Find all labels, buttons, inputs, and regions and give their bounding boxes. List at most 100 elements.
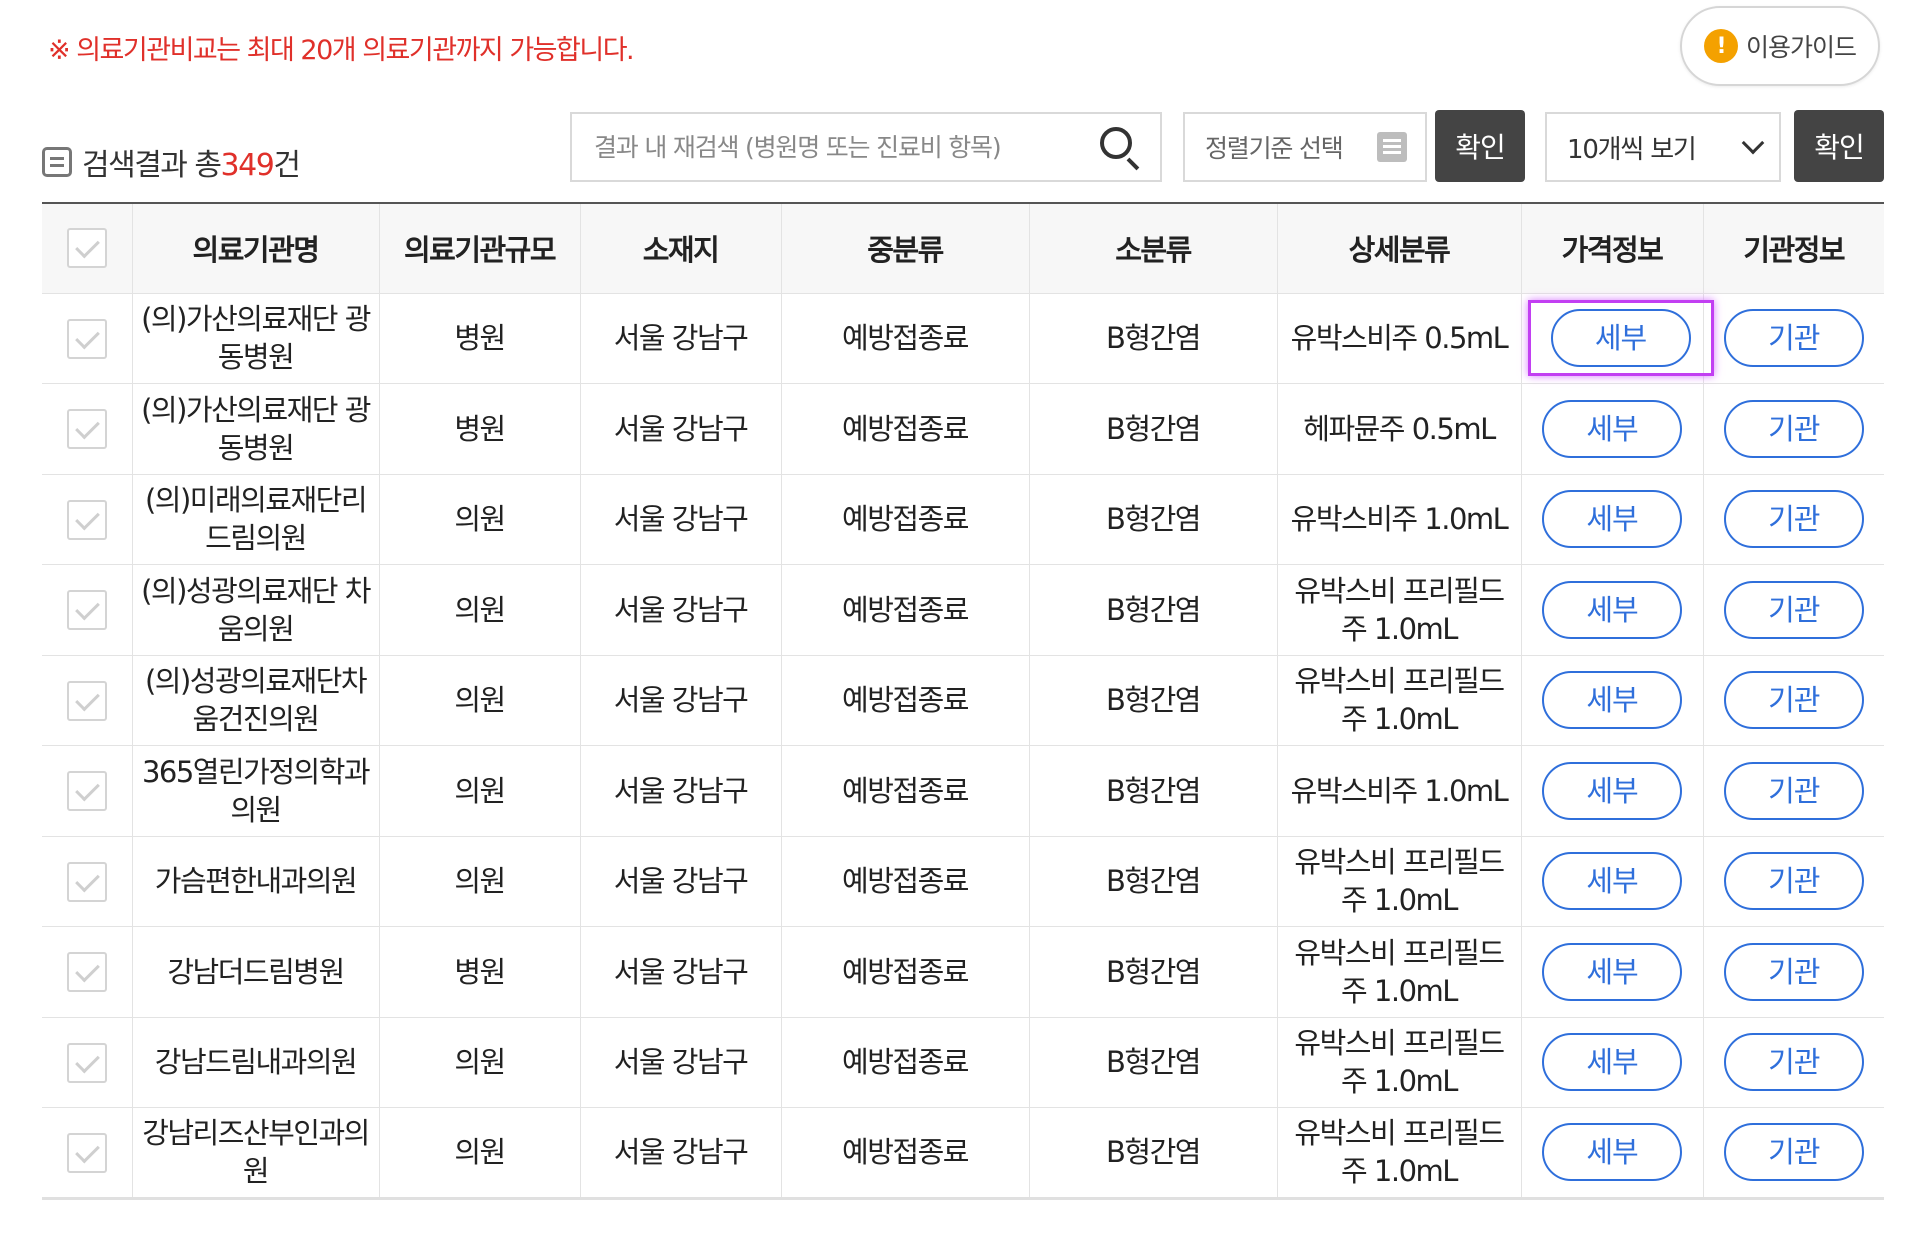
row-checkbox[interactable] — [66, 590, 107, 631]
cell-location: 서울 강남구 — [579, 926, 781, 1017]
institution-info-button[interactable]: 기관 — [1723, 852, 1864, 911]
result-count: 검색결과 총349건 — [42, 140, 301, 184]
table-row: (의)미래의료재단리드림의원 의원 서울 강남구 예방접종료 B형간염 유박스비주 1.0… — [42, 473, 1884, 565]
table-row: 강남드림내과의원 의원 서울 강남구 예방접종료 B형간염 유박스비 프리필드주 1.0m… — [42, 1016, 1884, 1108]
cell-small-category: B형간염 — [1028, 926, 1277, 1017]
table-row: (의)성광의료재단 차움의원 의원 서울 강남구 예방접종료 B형간염 유박스비 프리필드… — [42, 564, 1884, 655]
institution-info-button[interactable]: 기관 — [1723, 1123, 1864, 1182]
price-detail-button[interactable]: 세부 — [1542, 490, 1682, 549]
search-box — [570, 112, 1162, 182]
price-detail-button[interactable]: 세부 — [1550, 309, 1691, 368]
institution-info-button[interactable]: 기관 — [1723, 399, 1864, 458]
price-detail-button[interactable]: 세부 — [1542, 671, 1682, 730]
cell-name: 강남더드림병원 — [131, 926, 379, 1017]
cell-detail-category: 유박스비 프리필드주 1.0mL — [1276, 564, 1521, 655]
cell-location: 서울 강남구 — [579, 383, 781, 474]
list-document-icon — [42, 147, 72, 177]
institution-info-button[interactable]: 기관 — [1723, 671, 1864, 730]
cell-name: (의)미래의료재단리드림의원 — [131, 473, 379, 565]
cell-name: 가슴편한내과의원 — [131, 835, 379, 927]
cell-size: 의원 — [378, 1016, 580, 1108]
cell-small-category: B형간염 — [1028, 745, 1277, 836]
row-checkbox[interactable] — [66, 318, 107, 359]
cell-location: 서울 강남구 — [579, 745, 781, 836]
institution-info-button[interactable]: 기관 — [1723, 309, 1864, 368]
institution-info-button[interactable]: 기관 — [1723, 1033, 1864, 1092]
institution-info-button[interactable]: 기관 — [1723, 490, 1864, 549]
row-checkbox[interactable] — [66, 1132, 107, 1173]
page-size-select[interactable]: 10개씩 보기 — [1545, 112, 1781, 182]
search-icon[interactable] — [1098, 125, 1142, 171]
cell-size: 병원 — [378, 926, 580, 1017]
notice-text: ※ 의료기관비교는 최대 20개 의료기관까지 가능합니다. — [48, 35, 635, 66]
cell-detail-category: 유박스비 프리필드주 1.0mL — [1276, 926, 1521, 1017]
header-size: 의료기관규모 — [378, 203, 580, 293]
row-checkbox[interactable] — [66, 680, 107, 721]
cell-name: 365열린가정의학과의원 — [131, 745, 379, 836]
price-detail-button[interactable]: 세부 — [1542, 1033, 1682, 1092]
cell-small-category: B형간염 — [1028, 835, 1277, 927]
cell-detail-category: 유박스비 프리필드주 1.0mL — [1276, 654, 1521, 746]
cell-small-category: B형간염 — [1028, 473, 1277, 565]
result-number: 349 — [220, 148, 275, 183]
cell-location: 서울 강남구 — [579, 564, 781, 655]
cell-mid-category: 예방접종료 — [780, 292, 1029, 384]
result-prefix: 검색결과 총 — [82, 148, 222, 183]
table-row: 강남리즈산부인과의원 의원 서울 강남구 예방접종료 B형간염 유박스비 프리필드주 1.… — [42, 1107, 1884, 1200]
cell-location: 서울 강남구 — [579, 835, 781, 927]
institution-info-button[interactable]: 기관 — [1723, 942, 1864, 1001]
cell-size: 의원 — [378, 1107, 580, 1200]
select-all-checkbox[interactable] — [66, 228, 107, 269]
cell-mid-category: 예방접종료 — [780, 835, 1029, 927]
cell-small-category: B형간염 — [1028, 1107, 1277, 1200]
cell-mid-category: 예방접종료 — [780, 564, 1029, 655]
results-table: 의료기관명 의료기관규모 소재지 중분류 소분류 상세분류 가격정보 기관정보 … — [42, 202, 1884, 1200]
table-row: (의)가산의료재단 광동병원 병원 서울 강남구 예방접종료 B형간염 유박스비주 0.5… — [42, 292, 1884, 384]
sort-confirm-button[interactable]: 확인 — [1435, 110, 1525, 182]
sort-select[interactable]: 정렬기준 선택 — [1183, 112, 1427, 182]
cell-size: 병원 — [378, 383, 580, 474]
price-detail-button[interactable]: 세부 — [1542, 761, 1682, 820]
cell-mid-category: 예방접종료 — [780, 926, 1029, 1017]
search-input[interactable] — [594, 132, 1098, 162]
table-row: (의)가산의료재단 광동병원 병원 서울 강남구 예방접종료 B형간염 헤파뮨주 0.5m… — [42, 383, 1884, 474]
table-row: 강남더드림병원 병원 서울 강남구 예방접종료 B형간염 유박스비 프리필드주 1.0mL… — [42, 926, 1884, 1017]
row-checkbox[interactable] — [66, 771, 107, 812]
usage-guide-label: 이용가이드 — [1745, 33, 1857, 62]
focus-outline: 세부 — [1527, 300, 1714, 377]
cell-mid-category: 예방접종료 — [780, 1016, 1029, 1108]
cell-location: 서울 강남구 — [579, 292, 781, 384]
row-checkbox[interactable] — [66, 499, 107, 540]
cell-small-category: B형간염 — [1028, 654, 1277, 746]
cell-size: 의원 — [378, 564, 580, 655]
row-checkbox[interactable] — [66, 1042, 107, 1083]
cell-detail-category: 유박스비 프리필드주 1.0mL — [1276, 1016, 1521, 1108]
cell-mid-category: 예방접종료 — [780, 745, 1029, 836]
cell-mid-category: 예방접종료 — [780, 383, 1029, 474]
price-detail-button[interactable]: 세부 — [1542, 942, 1682, 1001]
page-size-value: 10개씩 보기 — [1567, 134, 1697, 165]
price-detail-button[interactable]: 세부 — [1542, 399, 1682, 458]
cell-size: 의원 — [378, 835, 580, 927]
cell-location: 서울 강남구 — [579, 654, 781, 746]
price-detail-button[interactable]: 세부 — [1542, 580, 1682, 639]
price-detail-button[interactable]: 세부 — [1542, 852, 1682, 911]
cell-detail-category: 유박스비 프리필드주 1.0mL — [1276, 1107, 1521, 1200]
cell-small-category: B형간염 — [1028, 383, 1277, 474]
price-detail-button[interactable]: 세부 — [1542, 1123, 1682, 1182]
header-name: 의료기관명 — [131, 203, 379, 293]
cell-small-category: B형간염 — [1028, 292, 1277, 384]
page-size-confirm-button[interactable]: 확인 — [1794, 110, 1884, 182]
row-checkbox[interactable] — [66, 861, 107, 902]
institution-info-button[interactable]: 기관 — [1723, 580, 1864, 639]
cell-detail-category: 유박스비주 0.5mL — [1276, 292, 1521, 384]
cell-name: (의)가산의료재단 광동병원 — [131, 292, 379, 384]
result-suffix: 건 — [273, 148, 301, 183]
row-checkbox[interactable] — [66, 409, 107, 450]
usage-guide-button[interactable]: ! 이용가이드 — [1680, 6, 1880, 86]
cell-detail-category: 유박스비주 1.0mL — [1276, 473, 1521, 565]
institution-info-button[interactable]: 기관 — [1723, 761, 1864, 820]
alert-icon: ! — [1703, 29, 1738, 63]
list-icon — [1377, 132, 1407, 162]
row-checkbox[interactable] — [66, 952, 107, 993]
